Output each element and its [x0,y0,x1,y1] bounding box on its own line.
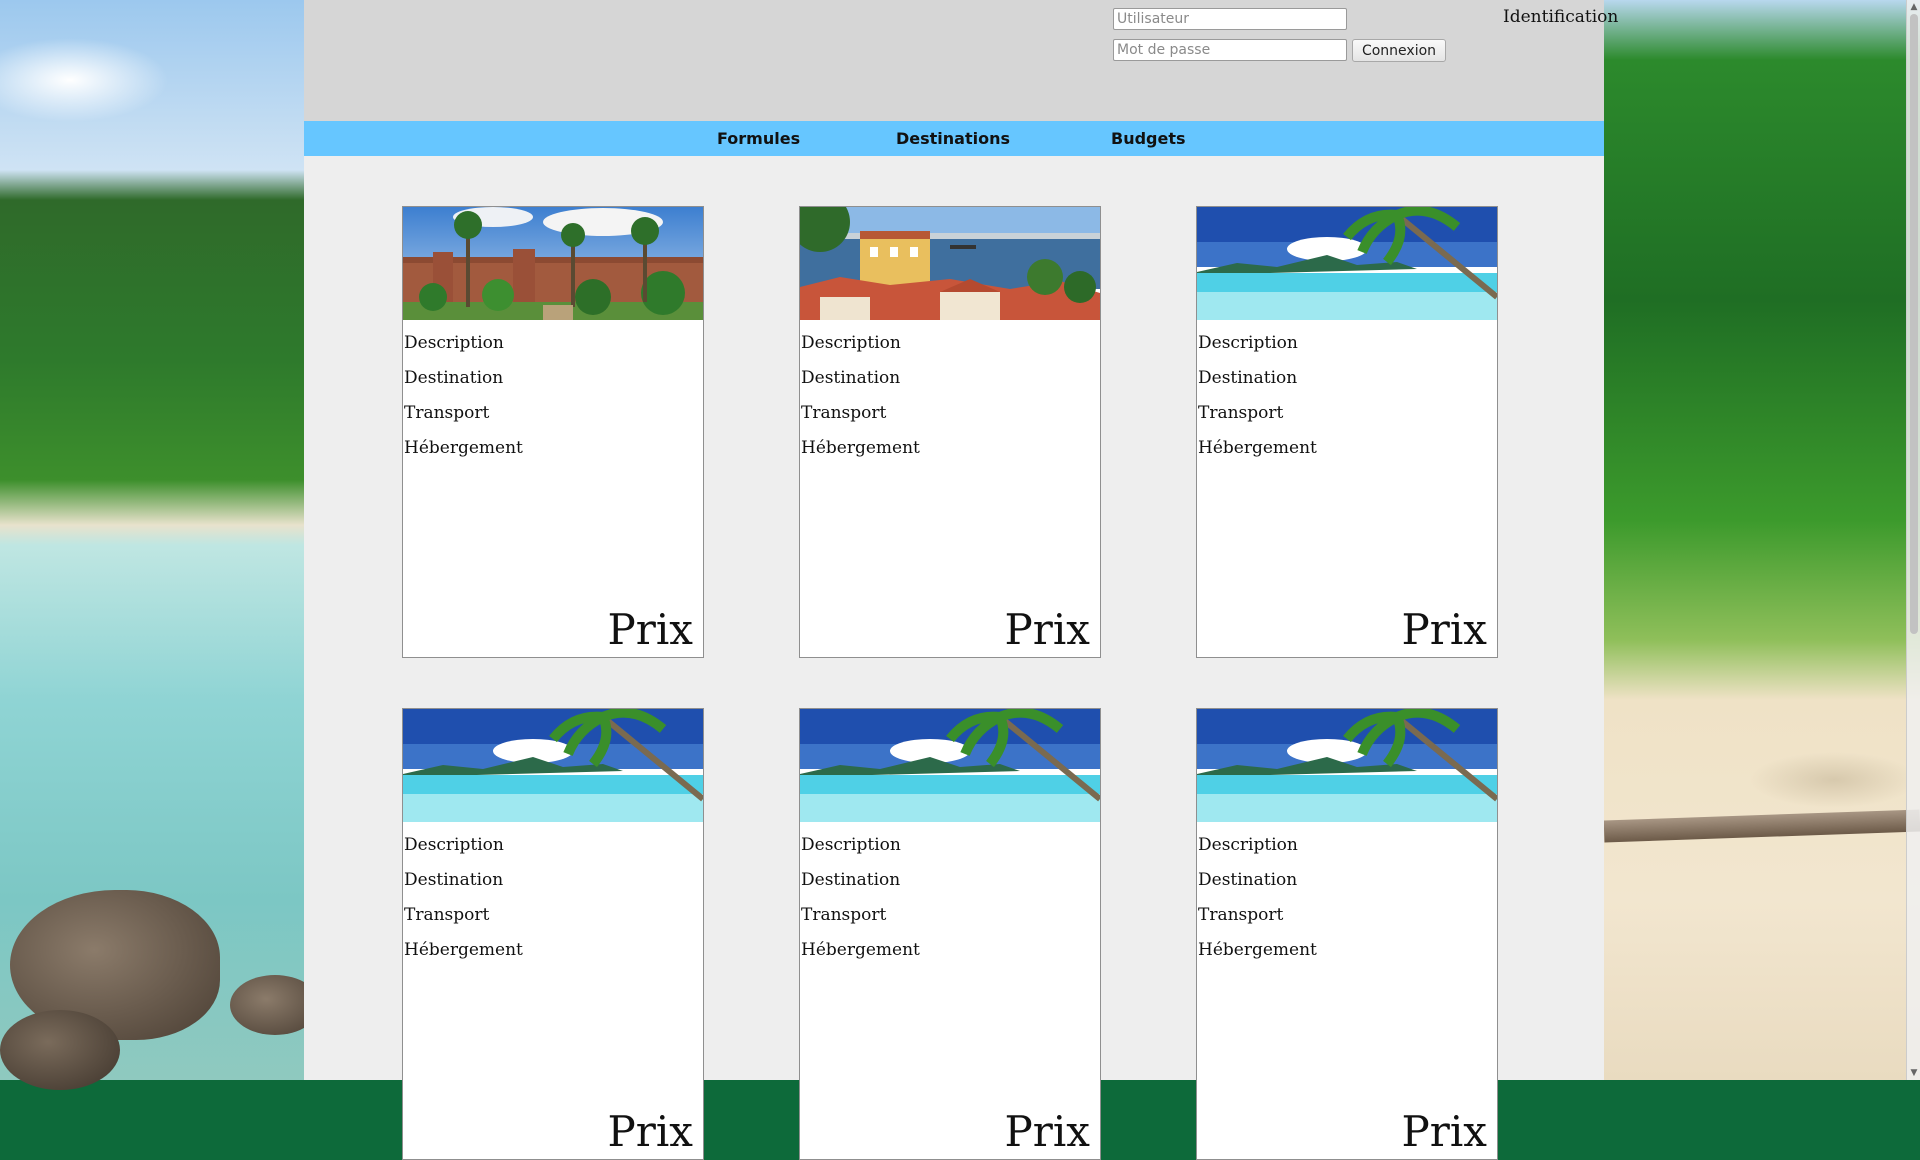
nav-item-destinations[interactable]: Destinations [896,129,1010,148]
card-transport: Transport [404,905,490,925]
identification-title: Identification [1503,7,1619,27]
card-image-lagoon [800,709,1100,822]
scroll-up-arrow-icon[interactable]: ▲ [1909,2,1919,12]
card-description: Description [404,333,504,353]
background-rock [0,1010,120,1090]
card-price: Prix [1401,605,1487,654]
offer-card[interactable]: Description Destination Transport Héberg… [402,206,704,658]
nav-item-formules[interactable]: Formules [717,129,800,148]
offer-card[interactable]: Description Destination Transport Héberg… [799,206,1101,658]
card-price: Prix [607,605,693,654]
card-hebergement: Hébergement [404,940,523,960]
card-destination: Destination [801,870,901,890]
card-image-lagoon [1197,207,1497,320]
scrollbar-thumb[interactable] [1910,14,1918,634]
vertical-scrollbar[interactable]: ▲ ▼ [1906,0,1920,1080]
card-destination: Destination [404,368,504,388]
card-description: Description [801,333,901,353]
card-transport: Transport [1198,905,1284,925]
page-container: Connexion Identification Formules Destin… [304,0,1618,1160]
login-button[interactable]: Connexion [1352,39,1446,62]
card-destination: Destination [404,870,504,890]
card-destination: Destination [801,368,901,388]
offer-card[interactable]: Description Destination Transport Héberg… [1196,206,1498,658]
card-description: Description [404,835,504,855]
card-destination: Destination [1198,368,1298,388]
card-price: Prix [1004,1107,1090,1156]
offer-card[interactable]: Description Destination Transport Héberg… [1196,708,1498,1160]
card-transport: Transport [404,403,490,423]
card-hebergement: Hébergement [801,940,920,960]
card-price: Prix [1004,605,1090,654]
card-destination: Destination [1198,870,1298,890]
card-image-coastal-town [800,207,1100,320]
card-transport: Transport [1198,403,1284,423]
nav-item-budgets[interactable]: Budgets [1111,129,1186,148]
card-price: Prix [607,1107,693,1156]
card-hebergement: Hébergement [404,438,523,458]
card-image-lagoon [1197,709,1497,822]
card-image-fortress [403,207,703,320]
card-price: Prix [1401,1107,1487,1156]
scroll-down-arrow-icon[interactable]: ▼ [1909,1068,1919,1078]
background-palm-trunk [1603,809,1920,843]
username-input[interactable] [1113,8,1347,30]
card-description: Description [1198,835,1298,855]
offer-card[interactable]: Description Destination Transport Héberg… [799,708,1101,1160]
card-description: Description [801,835,901,855]
card-transport: Transport [801,905,887,925]
card-transport: Transport [801,403,887,423]
background-beach-right [1603,0,1920,1080]
card-description: Description [1198,333,1298,353]
card-hebergement: Hébergement [801,438,920,458]
password-input[interactable] [1113,39,1347,61]
site-header: Connexion Identification [304,0,1618,121]
background-beach-left [0,0,320,1090]
card-hebergement: Hébergement [1198,438,1317,458]
card-image-lagoon [403,709,703,822]
main-nav: Formules Destinations Budgets [304,121,1604,156]
card-hebergement: Hébergement [1198,940,1317,960]
offer-card[interactable]: Description Destination Transport Héberg… [402,708,704,1160]
